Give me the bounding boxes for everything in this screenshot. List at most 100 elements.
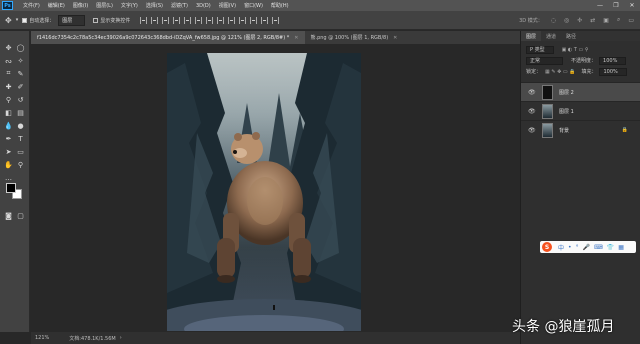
menu-layer[interactable]: 图层(L) (96, 2, 113, 9)
status-arrow-icon[interactable]: › (120, 335, 122, 341)
menu-view[interactable]: 视图(V) (219, 2, 236, 9)
lasso-tool-icon[interactable]: ᔓ (4, 56, 13, 65)
menu-3d[interactable]: 3D(D) (196, 3, 211, 9)
auto-select-dropdown[interactable]: 图层 (58, 14, 86, 26)
drag-3d-icon[interactable]: ✢ (577, 17, 582, 24)
menu-filter[interactable]: 滤镜(T) (171, 2, 188, 9)
ime-chinese-mode[interactable]: 中 (558, 243, 564, 252)
document-image[interactable] (167, 53, 361, 331)
clone-stamp-icon[interactable]: ⚲ (4, 95, 13, 104)
layer-thumbnail (542, 103, 553, 119)
tab-document-2[interactable]: 熊.png @ 100% (图层 1, RGB/8) ✕ (305, 31, 404, 44)
marquee-tool-icon[interactable]: ◯ (16, 43, 25, 52)
foreground-color-swatch[interactable] (6, 183, 16, 193)
align-right-icon[interactable] (162, 16, 170, 24)
screen-mode-icon[interactable]: ▢ (16, 211, 25, 220)
slide-3d-icon[interactable]: ⇄ (590, 17, 595, 24)
move-tool-icon[interactable]: ✥ (4, 43, 13, 52)
kind-filter-dropdown[interactable]: P 类型 (526, 45, 554, 54)
ime-fullwidth-icon[interactable]: ° (576, 244, 579, 251)
menu-help[interactable]: 帮助(H) (271, 2, 289, 9)
canvas-area[interactable] (31, 44, 520, 332)
rectangle-tool-icon[interactable]: ▭ (16, 147, 25, 156)
layer-row-1[interactable]: 👁 图层 1 (521, 101, 640, 120)
distribute-left-icon[interactable] (239, 16, 247, 24)
layer-row-background[interactable]: 👁 背景 🔒 (521, 120, 640, 139)
close-icon[interactable]: ✕ (294, 35, 298, 41)
visibility-eye-icon[interactable]: 👁 (528, 127, 536, 134)
filter-icons[interactable]: ▣ ◐ T ▭ ⚲ (562, 47, 589, 53)
menu-file[interactable]: 文件(F) (23, 2, 40, 9)
fill-label: 填充： (581, 69, 597, 75)
layer-row-2[interactable]: 👁 图层 2 (521, 82, 640, 101)
menu-select[interactable]: 选择(S) (146, 2, 163, 9)
align-vcenter-icon[interactable] (184, 16, 192, 24)
ime-voice-icon[interactable]: 🎤 (583, 244, 590, 251)
tool-preset-dropdown-icon[interactable]: ▾ (16, 17, 19, 23)
pen-tool-icon[interactable]: ✒ (4, 134, 13, 143)
align-top-icon[interactable] (173, 16, 181, 24)
type-tool-icon[interactable]: T (16, 134, 25, 143)
history-brush-icon[interactable]: ↺ (16, 95, 25, 104)
tab-layers[interactable]: 图层 (521, 31, 542, 41)
magic-wand-icon[interactable]: ✧ (16, 56, 25, 65)
visibility-eye-icon[interactable]: 👁 (528, 108, 536, 115)
align-left-icon[interactable] (140, 16, 148, 24)
menu-window[interactable]: 窗口(W) (244, 2, 263, 9)
search-icon[interactable]: ⌕ (617, 16, 620, 24)
eyedropper-icon[interactable]: ✎ (16, 69, 25, 78)
move-tool-icon[interactable]: ✥ (5, 16, 12, 25)
tab-paths[interactable]: 路径 (561, 31, 581, 41)
more-tools-icon[interactable]: … (4, 173, 13, 182)
transform-controls-checkbox[interactable] (93, 17, 99, 23)
auto-select-checkbox[interactable] (22, 17, 28, 23)
menu-image[interactable]: 图像(I) (73, 2, 88, 9)
distribute-right-icon[interactable] (261, 16, 269, 24)
orbit-3d-icon[interactable]: ◌ (551, 17, 556, 24)
ime-keyboard-icon[interactable]: ⌨ (594, 244, 603, 251)
tab-document-1[interactable]: f1416dc7354c2c78a5c34ec39026a9c072643c36… (31, 31, 305, 44)
ime-skin-icon[interactable]: 👕 (607, 244, 614, 251)
zoom-tool-icon[interactable]: ⚲ (16, 160, 25, 169)
auto-align-icon[interactable] (272, 16, 280, 24)
ime-toolbox-icon[interactable]: ▦ (618, 244, 624, 251)
quick-mask-icon[interactable]: ◙ (4, 211, 13, 220)
workspace-icon[interactable]: ▭ (628, 17, 634, 24)
align-hcenter-icon[interactable] (151, 16, 159, 24)
distribute-hcenter-icon[interactable] (250, 16, 258, 24)
opacity-input[interactable]: 100% (599, 56, 627, 65)
menu-edit[interactable]: 编辑(E) (48, 2, 65, 9)
maximize-button[interactable]: ❐ (608, 0, 624, 11)
gradient-tool-icon[interactable]: ▤ (16, 108, 25, 117)
distribute-top-icon[interactable] (206, 16, 214, 24)
layer-name[interactable]: 图层 2 (559, 89, 574, 96)
ime-punctuation-icon[interactable]: • (568, 244, 572, 251)
dodge-tool-icon[interactable]: ● (16, 121, 25, 130)
crop-tool-icon[interactable]: ⌗ (4, 69, 13, 78)
blur-tool-icon[interactable]: 💧 (4, 121, 13, 130)
layer-name[interactable]: 背景 (559, 127, 569, 134)
blend-mode-dropdown[interactable]: 正常 (526, 56, 564, 65)
minimize-button[interactable]: — (592, 0, 608, 11)
sogou-logo[interactable]: S (542, 242, 552, 252)
path-selection-icon[interactable]: ➤ (4, 147, 13, 156)
close-icon[interactable]: ✕ (393, 35, 397, 41)
visibility-eye-icon[interactable]: 👁 (528, 89, 536, 96)
distribute-bottom-icon[interactable] (228, 16, 236, 24)
close-window-button[interactable]: ✕ (624, 0, 640, 11)
healing-brush-icon[interactable]: ✚ (4, 82, 13, 91)
fill-input[interactable]: 100% (599, 67, 627, 76)
distribute-vcenter-icon[interactable] (217, 16, 225, 24)
menu-bar: Ps 文件(F) 编辑(E) 图像(I) 图层(L) 文字(Y) 选择(S) 滤… (0, 0, 640, 11)
roll-3d-icon[interactable]: ◎ (564, 17, 569, 24)
layer-name[interactable]: 图层 1 (559, 108, 574, 115)
hand-tool-icon[interactable]: ✋ (4, 160, 13, 169)
align-bottom-icon[interactable] (195, 16, 203, 24)
zoom-level[interactable]: 121% (35, 335, 49, 341)
brush-tool-icon[interactable]: ✐ (16, 82, 25, 91)
tab-channels[interactable]: 通道 (541, 31, 561, 41)
scale-3d-icon[interactable]: ▣ (603, 17, 609, 24)
eraser-tool-icon[interactable]: ◧ (4, 108, 13, 117)
lock-icons[interactable]: ▦ ✎ ✥ ▭ 🔒 (545, 69, 575, 75)
menu-type[interactable]: 文字(Y) (121, 2, 138, 9)
